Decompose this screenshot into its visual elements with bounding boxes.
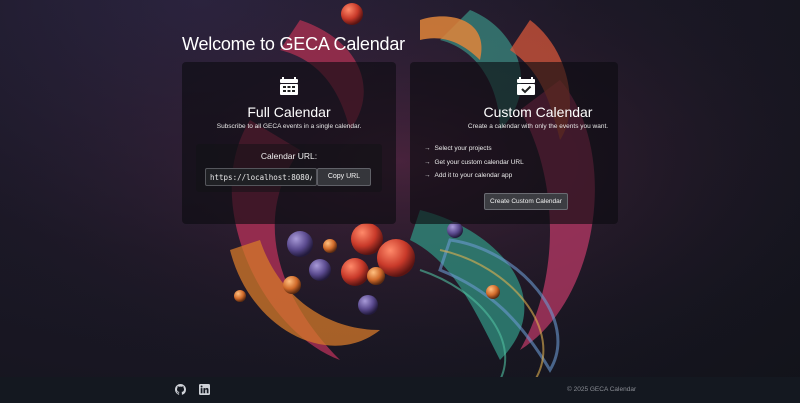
copyright-text: © 2025 GECA Calendar [567,386,637,393]
full-calendar-title: Full Calendar [247,104,331,120]
footer: © 2025 GECA Calendar [0,377,800,403]
page-title: Welcome to GECA Calendar [182,34,405,54]
custom-calendar-card: Custom Calendar Create a calendar with o… [410,62,618,224]
step-item: → Add it to your calendar app [424,169,524,183]
step-label: Get your custom calendar URL [434,158,524,166]
full-calendar-card: Full Calendar Subscribe to all GECA even… [182,62,396,224]
calendar-url-box: Calendar URL: Copy URL [196,144,382,192]
calendar-url-input[interactable] [205,168,317,186]
calendar-url-label: Calendar URL: [260,151,318,161]
copy-url-button[interactable]: Copy URL [317,168,371,186]
custom-calendar-steps: → Select your projects → Get your custom c… [424,142,524,183]
calendar-panels: Full Calendar Subscribe to all GECA even… [182,62,618,224]
arrow-right-icon: → [424,145,431,153]
create-custom-calendar-button[interactable]: Create Custom Calendar [484,193,568,210]
arrow-right-icon: → [424,172,431,180]
custom-calendar-title: Custom Calendar [483,104,593,120]
calendar-check-icon [517,77,535,95]
full-calendar-subtitle: Subscribe to all GECA events in a single… [216,123,362,130]
custom-calendar-subtitle: Create a calendar with only the events y… [467,123,609,130]
step-item: → Select your projects [424,142,524,156]
arrow-right-icon: → [424,158,431,166]
linkedin-icon[interactable] [199,384,210,395]
step-label: Add it to your calendar app [434,172,513,180]
step-label: Select your projects [434,145,492,153]
calendar-icon [280,77,298,95]
step-item: → Get your custom calendar URL [424,156,524,170]
github-icon[interactable] [175,384,186,395]
